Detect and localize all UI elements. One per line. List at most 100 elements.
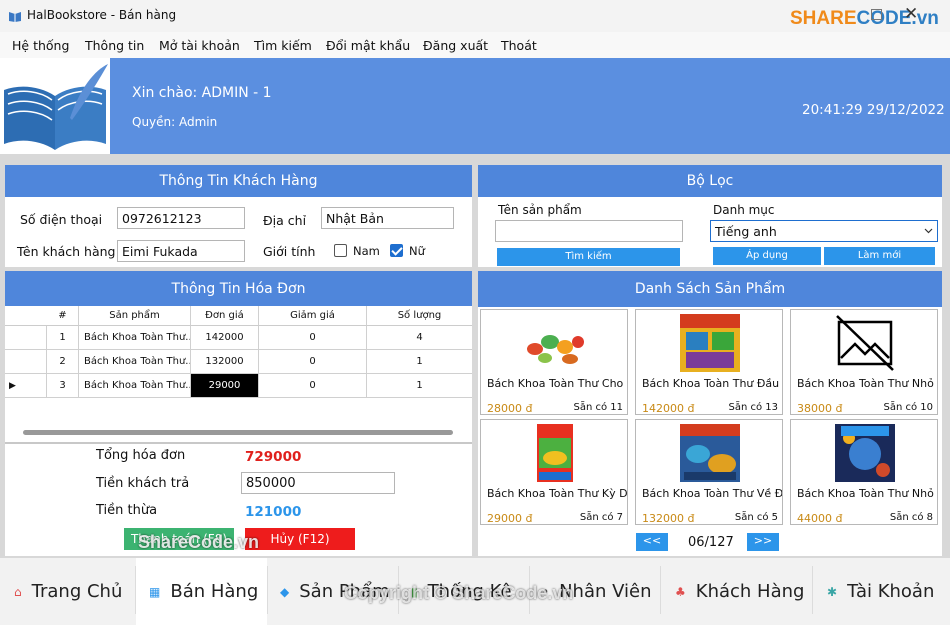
table-cell[interactable]: 3 [47, 374, 79, 398]
col-header-product[interactable]: Sản phẩm [79, 306, 191, 326]
product-image [680, 424, 740, 482]
col-header-price[interactable]: Đơn giá [191, 306, 259, 326]
nav-home[interactable]: ⌂ Trang Chủ [0, 558, 135, 625]
nav-home-label: Trang Chủ [31, 581, 123, 602]
male-checkbox[interactable] [334, 244, 347, 257]
category-select[interactable]: Tiếng anh [710, 220, 938, 242]
row-selected-marker[interactable]: ▶ [5, 374, 47, 398]
product-card[interactable]: Bách Khoa Toàn Thư Nhỏ - 44000 đ Sẵn có … [790, 419, 938, 525]
table-cell[interactable]: 0 [259, 326, 367, 350]
apply-button[interactable]: Áp dụng [713, 247, 821, 265]
customer-name-field[interactable]: Eimi Fukada [117, 240, 245, 262]
next-page-button[interactable]: >> [747, 533, 779, 551]
menu-info[interactable]: Thông tin [85, 38, 144, 53]
table-cell[interactable]: 132000 [191, 350, 259, 374]
total-label: Tổng hóa đơn [96, 448, 186, 463]
book-logo-icon [4, 64, 108, 150]
horizontal-scrollbar[interactable] [23, 430, 453, 435]
product-name: Bách Khoa Toàn Thư Nhỏ - [797, 377, 937, 390]
col-header-discount[interactable]: Giảm giá [259, 306, 367, 326]
cancel-button[interactable]: Hủy (F12) [245, 528, 355, 550]
menu-search[interactable]: Tìm kiếm [254, 38, 312, 53]
menu-system[interactable]: Hệ thống [12, 38, 69, 53]
watermark-bottom: Copyright © ShareCode.vn [344, 583, 574, 603]
product-stock: Sẵn có 13 [728, 402, 778, 413]
total-value: 729000 [245, 449, 302, 465]
app-book-icon [9, 12, 21, 22]
table-cell[interactable]: Bách Khoa Toàn Thư... [79, 350, 191, 374]
customer-name-label: Tên khách hàng [17, 244, 116, 259]
col-header-quantity[interactable]: Số lượng [367, 306, 472, 326]
phone-field[interactable]: 0972612123 [117, 207, 245, 229]
product-price: 29000 đ [487, 512, 533, 525]
table-cell[interactable]: 4 [367, 326, 472, 350]
menu-exit[interactable]: Thoát [501, 38, 537, 53]
table-cell-selected[interactable]: 29000 [191, 374, 259, 398]
invoice-grid[interactable]: # Sản phẩm Đơn giá Giảm giá Số lượng 1 B… [5, 306, 472, 442]
change-label: Tiền thừa [96, 503, 158, 518]
prev-page-button[interactable]: << [636, 533, 668, 551]
product-card[interactable]: Bách Khoa Toàn Thư Về Đời 132000 đ Sẵn c… [635, 419, 783, 525]
product-card[interactable]: Bách Khoa Toàn Thư Kỳ Diệu 29000 đ Sẵn c… [480, 419, 628, 525]
category-label: Danh mục [713, 203, 775, 217]
product-card[interactable]: Bách Khoa Toàn Thư Nhỏ - 38000 đ Sẵn có … [790, 309, 938, 415]
product-name-label: Tên sản phẩm [498, 203, 582, 217]
search-button[interactable]: Tìm kiếm [497, 248, 680, 266]
table-cell[interactable]: Bách Khoa Toàn Thư... [79, 326, 191, 350]
category-value: Tiếng anh [715, 224, 777, 239]
chevron-down-icon[interactable] [924, 228, 933, 234]
table-cell[interactable]: 1 [367, 350, 472, 374]
product-name: Bách Khoa Toàn Thư Về Đời [642, 487, 782, 500]
image-placeholder-icon [836, 315, 894, 371]
nav-sales-label: Bán Hàng [170, 581, 259, 602]
invoice-panel-title: Thông Tin Hóa Đơn [5, 271, 472, 307]
product-name: Bách Khoa Toàn Thư Cho Bé [487, 377, 627, 390]
product-name: Bách Khoa Toàn Thư Kỳ Diệu [487, 487, 627, 500]
nav-accounts-label: Tài Khoản [847, 581, 935, 602]
maximize-icon[interactable] [871, 9, 882, 20]
products-panel-title: Danh Sách Sản Phẩm [478, 271, 942, 307]
col-header-index[interactable]: # [47, 306, 79, 326]
table-cell[interactable]: 2 [47, 350, 79, 374]
product-image [835, 424, 895, 482]
product-image [537, 424, 573, 482]
paid-field[interactable]: 850000 [241, 472, 395, 494]
nav-customers-label: Khách Hàng [695, 581, 805, 602]
menu-open-account[interactable]: Mở tài khoản [159, 38, 240, 53]
table-cell[interactable]: 142000 [191, 326, 259, 350]
close-icon[interactable]: ✕ [904, 4, 918, 24]
table-cell[interactable]: 1 [47, 326, 79, 350]
product-stock: Sẵn có 5 [734, 512, 778, 523]
table-cell[interactable]: Bách Khoa Toàn Thư... [79, 374, 191, 398]
product-image [680, 314, 740, 372]
clock-text: 20:41:29 29/12/2022 [802, 102, 945, 118]
nav-accounts[interactable]: ✱ Tài Khoản [813, 558, 950, 625]
product-price: 44000 đ [797, 512, 843, 525]
filter-panel-title: Bộ Lọc [478, 165, 942, 197]
divider [5, 442, 472, 444]
table-cell[interactable]: 0 [259, 350, 367, 374]
product-price: 142000 đ [642, 402, 695, 415]
reset-button[interactable]: Làm mới [824, 247, 935, 265]
customers-icon: ♣ [675, 584, 686, 599]
table-cell[interactable]: 0 [259, 374, 367, 398]
product-name-input[interactable] [495, 220, 683, 242]
address-field[interactable]: Nhật Bản [321, 207, 454, 229]
product-icon: ◆ [280, 584, 290, 599]
female-checkbox[interactable] [390, 244, 403, 257]
cart-icon: ▦ [149, 584, 161, 599]
customer-panel-title: Thông Tin Khách Hàng [5, 165, 472, 197]
nav-customers[interactable]: ♣ Khách Hàng [661, 558, 812, 625]
product-card[interactable]: Bách Khoa Toàn Thư Đầu Tiên 142000 đ Sẵn… [635, 309, 783, 415]
address-label: Địa chỉ [263, 213, 307, 228]
table-cell[interactable]: 1 [367, 374, 472, 398]
male-label: Nam [353, 244, 380, 258]
row-header[interactable] [5, 350, 47, 374]
nav-sales[interactable]: ▦ Bán Hàng [136, 558, 267, 625]
menu-logout[interactable]: Đăng xuất [423, 38, 488, 53]
menu-change-password[interactable]: Đổi mật khẩu [326, 38, 410, 53]
menu-bar: Hệ thống Thông tin Mở tài khoản Tìm kiếm… [0, 32, 950, 58]
row-header[interactable] [5, 326, 47, 350]
row-header-corner [5, 306, 47, 326]
product-card[interactable]: Bách Khoa Toàn Thư Cho Bé 28000 đ Sẵn có… [480, 309, 628, 415]
